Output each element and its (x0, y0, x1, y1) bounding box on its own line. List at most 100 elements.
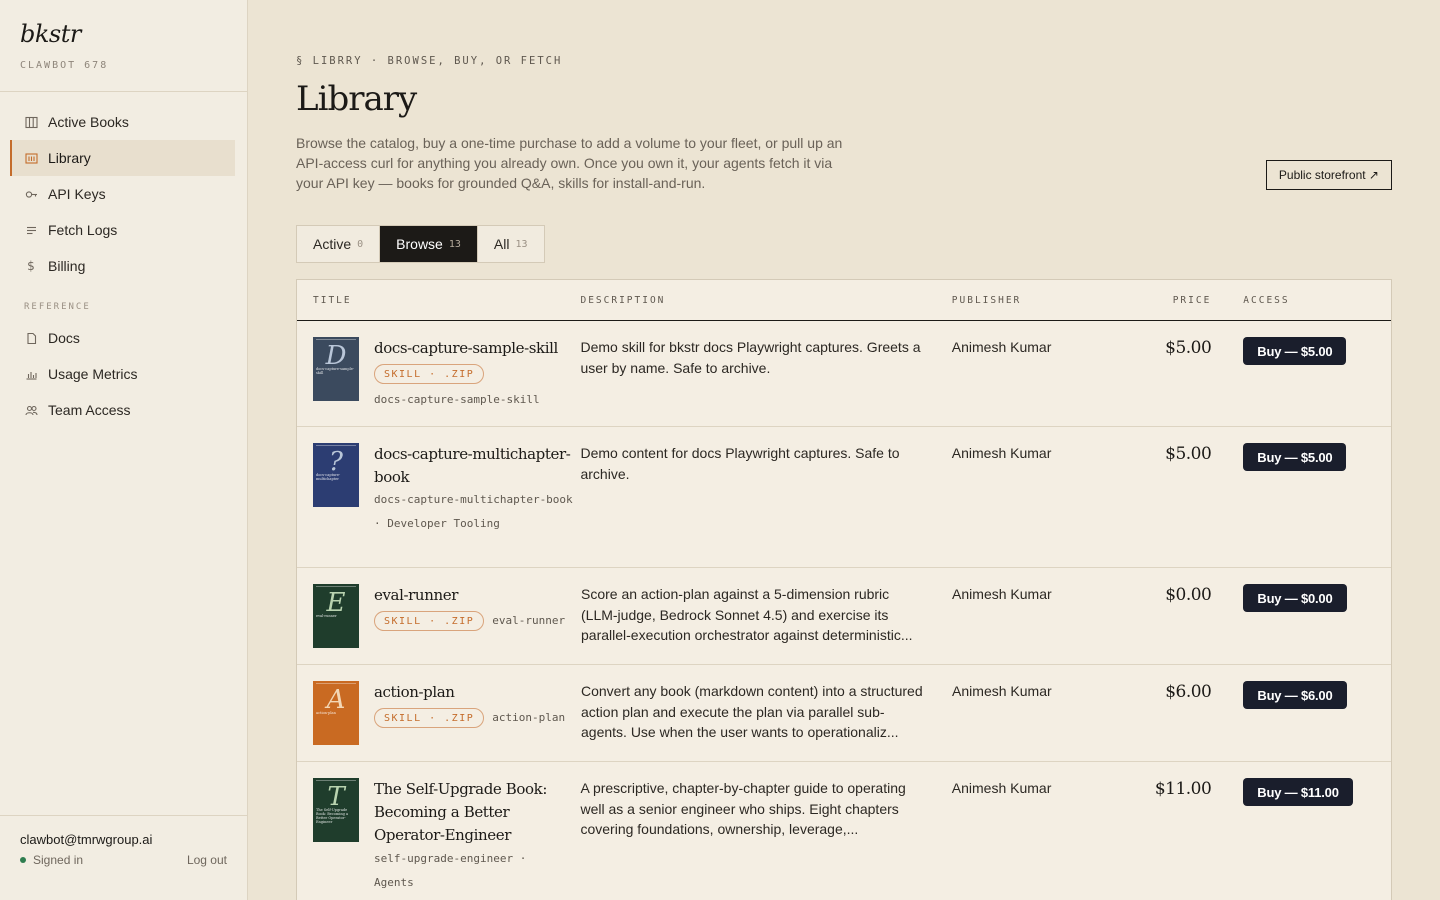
table-row: E eval-runner eval-runner SKILL · .ZIP e… (297, 568, 1391, 665)
column-header-access: ACCESS (1243, 294, 1290, 306)
books-icon (24, 115, 38, 129)
sidebar-item-library[interactable]: Library (10, 140, 235, 176)
cover-title: docs-capture-multichapter (316, 473, 341, 481)
book-description: Convert any book (markdown content) into… (581, 683, 923, 740)
book-title[interactable]: action-plan (374, 681, 581, 704)
reference-heading: REFERENCE (24, 302, 91, 312)
tab-browse[interactable]: Browse 13 (380, 226, 478, 262)
page-eyebrow: § LIBRRY · BROWSE, BUY, OR FETCH (296, 55, 563, 67)
type-badge: SKILL · .ZIP (374, 611, 485, 631)
publisher-name: Animesh Kumar (951, 339, 1052, 355)
tab-label: Browse (396, 236, 443, 252)
book-title[interactable]: docs-capture-multichapter-book (374, 443, 574, 489)
cover-title: action-plan (316, 711, 336, 715)
column-header-publisher: PUBLISHER (951, 294, 1022, 306)
book-slug: action-plan (492, 711, 566, 724)
buy-button[interactable]: Buy — $0.00 (1243, 584, 1347, 612)
column-header-description: DESCRIPTION (580, 294, 666, 306)
sidebar-item-docs[interactable]: Docs (10, 320, 235, 356)
book-title[interactable]: The Self-Upgrade Book: Becoming a Better… (374, 778, 574, 847)
book-title[interactable]: docs-capture-sample-skill (374, 337, 574, 360)
table-row: ? docs-capture-multichapter docs-capture… (297, 427, 1391, 568)
table-row: D docs-capture-sample-skill docs-capture… (297, 321, 1391, 427)
book-price: $11.00 (1154, 779, 1212, 799)
column-header-title[interactable]: TITLE (297, 295, 580, 306)
table-row: A action-plan action-plan SKILL · .ZIP a… (297, 665, 1391, 762)
type-badge: SKILL · .ZIP (374, 364, 485, 384)
book-slug: self-upgrade-engineer · (374, 852, 527, 865)
account-footer: clawbot@tmrwgroup.ai Signed in Log out (0, 815, 247, 900)
book-description: A prescriptive, chapter-by-chapter guide… (580, 780, 906, 837)
tab-count: 0 (357, 238, 364, 250)
page-intro: Browse the catalog, buy a one-time purch… (296, 135, 843, 191)
tab-all[interactable]: All 13 (477, 226, 544, 262)
sidebar-item-label: Billing (48, 258, 86, 274)
tab-active[interactable]: Active 0 (297, 226, 381, 262)
book-cover[interactable]: E eval-runner (313, 584, 359, 648)
public-storefront-button[interactable]: Public storefront ↗ (1265, 160, 1392, 190)
sidebar-item-fetch-logs[interactable]: Fetch Logs (10, 212, 235, 248)
sidebar-item-label: Library (48, 150, 91, 166)
book-cover[interactable]: A action-plan (313, 681, 359, 745)
publisher-name: Animesh Kumar (951, 445, 1052, 461)
tab-label: Active (313, 236, 352, 252)
list-icon (24, 223, 38, 237)
status-text: Signed in (33, 853, 84, 867)
cover-title: docs-capture-sample-skill (316, 367, 354, 375)
table-row: T The Self-Upgrade Book: Becoming a Bett… (297, 762, 1391, 900)
book-slug: docs-capture-multichapter-book (374, 493, 573, 506)
tab-count: 13 (515, 238, 528, 250)
view-tabs: Active 0 Browse 13 All 13 (296, 225, 545, 263)
publisher-name: Animesh Kumar (952, 586, 1052, 602)
brand: bkstr CLAWBOT 678 (0, 0, 247, 92)
sidebar-item-usage-metrics[interactable]: Usage Metrics (10, 356, 235, 392)
book-cover[interactable]: T The Self-Upgrade Book: Becoming a Bett… (313, 778, 359, 842)
bar-chart-icon (24, 367, 38, 381)
buy-button[interactable]: Buy — $11.00 (1243, 778, 1353, 806)
catalog-table: TITLE DESCRIPTION PUBLISHER PRICE ACCESS… (296, 279, 1392, 900)
book-description: Score an action-plan against a 5-dimensi… (581, 586, 913, 643)
book-title[interactable]: eval-runner (374, 584, 581, 607)
cover-title: eval-runner (316, 614, 337, 618)
page-title: Library (296, 79, 417, 119)
book-cover[interactable]: D docs-capture-sample-skill (313, 337, 359, 401)
key-icon (24, 187, 38, 201)
sidebar-item-label: Usage Metrics (48, 366, 138, 382)
primary-nav: Active Books Library API Keys Fetch Logs… (0, 92, 247, 428)
book-price: $5.00 (1165, 338, 1212, 358)
sidebar-item-label: API Keys (48, 186, 106, 202)
sidebar-item-active-books[interactable]: Active Books (10, 104, 235, 140)
book-price: $6.00 (1165, 682, 1212, 702)
status-dot-icon (20, 857, 26, 863)
users-icon (24, 403, 38, 417)
dollar-icon: $ (27, 259, 35, 273)
doc-icon (24, 331, 38, 345)
book-slug: docs-capture-sample-skill (374, 393, 540, 406)
buy-button[interactable]: Buy — $5.00 (1243, 337, 1347, 365)
main-content: § LIBRRY · BROWSE, BUY, OR FETCH Library… (296, 0, 1392, 900)
sidebar: bkstr CLAWBOT 678 Active Books Library A… (0, 0, 248, 900)
column-header-price[interactable]: PRICE (1102, 295, 1212, 306)
book-cover[interactable]: ? docs-capture-multichapter (313, 443, 359, 507)
book-description: Demo content for docs Playwright capture… (580, 445, 900, 482)
table-header: TITLE DESCRIPTION PUBLISHER PRICE ACCESS (297, 280, 1391, 321)
book-slug: eval-runner (492, 614, 566, 627)
sidebar-item-billing[interactable]: $ Billing (10, 248, 235, 284)
library-icon (24, 151, 38, 165)
sidebar-item-label: Docs (48, 330, 80, 346)
buy-button[interactable]: Buy — $5.00 (1243, 443, 1347, 471)
book-category: Agents (374, 876, 414, 889)
book-description: Demo skill for bkstr docs Playwright cap… (580, 339, 921, 376)
logout-link[interactable]: Log out (187, 853, 227, 867)
brand-logo[interactable]: bkstr (20, 20, 227, 48)
buy-button[interactable]: Buy — $6.00 (1243, 681, 1347, 709)
type-badge: SKILL · .ZIP (374, 708, 485, 728)
publisher-name: Animesh Kumar (952, 683, 1052, 699)
book-price: $0.00 (1165, 585, 1212, 605)
sidebar-item-api-keys[interactable]: API Keys (10, 176, 235, 212)
tab-label: All (493, 236, 510, 252)
user-email: clawbot@tmrwgroup.ai (20, 832, 153, 847)
cover-title: The Self-Upgrade Book: Becoming a Better… (316, 808, 349, 824)
sidebar-item-team-access[interactable]: Team Access (10, 392, 235, 428)
sidebar-item-label: Fetch Logs (48, 222, 118, 238)
